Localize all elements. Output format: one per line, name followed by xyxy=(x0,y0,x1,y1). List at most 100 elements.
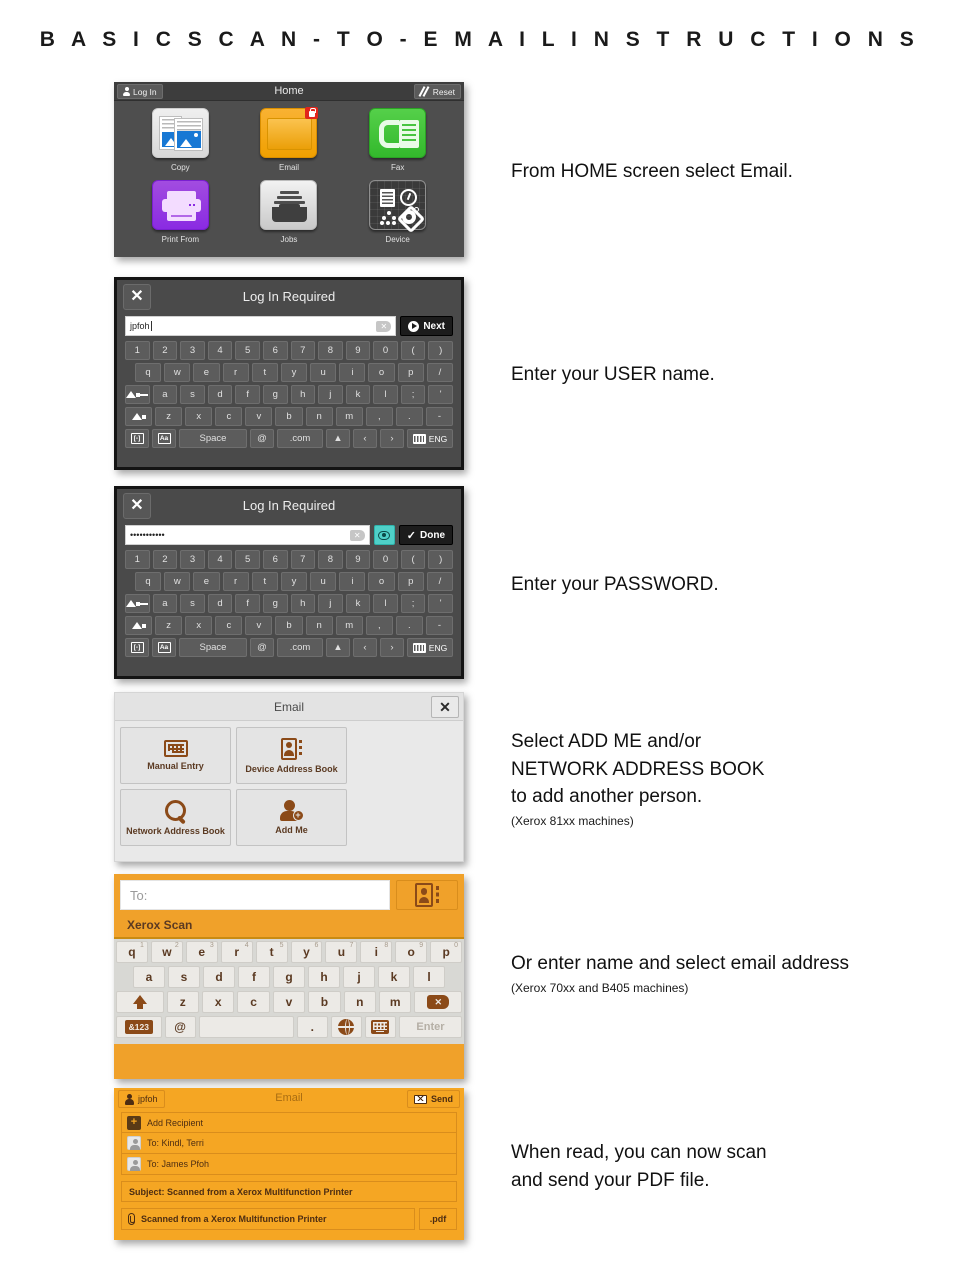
key-6[interactable]: 6 xyxy=(262,341,288,360)
symbols-key[interactable]: [-] xyxy=(125,638,149,657)
key-slash[interactable]: / xyxy=(426,363,454,382)
backspace-icon[interactable]: ✕ xyxy=(376,320,392,332)
key-k[interactable]: k xyxy=(345,385,371,404)
globe-key[interactable] xyxy=(330,1016,362,1038)
caps-lock-key[interactable] xyxy=(125,594,150,613)
key-6[interactable]: 6 xyxy=(262,550,288,569)
key-p[interactable]: p xyxy=(397,363,424,382)
key-j[interactable]: j xyxy=(318,385,343,404)
key-h[interactable]: h xyxy=(290,594,316,613)
key-g[interactable]: g xyxy=(262,385,288,404)
key-u[interactable]: u xyxy=(310,363,337,382)
key-s[interactable]: s xyxy=(180,385,205,404)
key-5[interactable]: 5 xyxy=(235,550,260,569)
key-3[interactable]: 3 xyxy=(180,550,205,569)
username-input[interactable]: jpfoh ✕ xyxy=(125,316,397,336)
key-g[interactable]: g xyxy=(262,594,288,613)
attachment-row[interactable]: Scanned from a Xerox Multifunction Print… xyxy=(121,1208,415,1230)
caret-right-key[interactable]: › xyxy=(380,638,404,657)
caret-right-key[interactable]: › xyxy=(380,429,404,448)
at-key[interactable]: @ xyxy=(250,429,274,448)
network-address-book-button[interactable]: Network Address Book xyxy=(120,789,231,846)
key-n[interactable]: n xyxy=(343,991,377,1013)
key-k[interactable]: k xyxy=(345,594,371,613)
key-v[interactable]: v xyxy=(272,991,306,1013)
key-s[interactable]: s xyxy=(180,594,205,613)
key-hyphen[interactable]: - xyxy=(425,616,454,635)
key-g[interactable]: g xyxy=(273,966,305,988)
key-7[interactable]: 7 xyxy=(290,341,316,360)
shift-key[interactable] xyxy=(124,407,153,426)
shift-key[interactable] xyxy=(124,616,153,635)
space-key[interactable] xyxy=(198,1016,294,1038)
key-o[interactable]: o xyxy=(368,363,395,382)
key-u[interactable]: 7u xyxy=(325,941,358,963)
key-a[interactable]: a xyxy=(133,966,165,988)
key-f[interactable]: f xyxy=(238,966,270,988)
key-2[interactable]: 2 xyxy=(152,550,178,569)
key-z[interactable]: z xyxy=(155,407,183,426)
key-t[interactable]: 5t xyxy=(255,941,288,963)
key-l[interactable]: l xyxy=(373,594,398,613)
key-period[interactable]: . xyxy=(395,407,423,426)
key-v[interactable]: v xyxy=(245,407,273,426)
attachment-format-button[interactable]: .pdf xyxy=(419,1208,457,1230)
dotcom-key[interactable]: .com xyxy=(277,429,323,448)
key-l[interactable]: l xyxy=(413,966,445,988)
key-m[interactable]: m xyxy=(379,991,412,1013)
key-apostrophe[interactable]: ' xyxy=(428,385,453,404)
key-y[interactable]: 6y xyxy=(290,941,323,963)
key-p[interactable]: p xyxy=(397,572,424,591)
key-n[interactable]: n xyxy=(305,407,333,426)
symbols-key[interactable]: [-] xyxy=(125,429,149,448)
add-recipient-row[interactable]: + Add Recipient xyxy=(121,1112,457,1133)
key-c[interactable]: c xyxy=(215,407,243,426)
key-comma[interactable]: , xyxy=(365,407,393,426)
space-key[interactable]: Space xyxy=(179,638,247,657)
key-e[interactable]: e xyxy=(193,363,220,382)
show-password-toggle[interactable] xyxy=(373,525,395,545)
key-r[interactable]: r xyxy=(222,363,249,382)
address-book-button[interactable] xyxy=(396,880,458,910)
key-x[interactable]: x xyxy=(185,407,213,426)
key-z[interactable]: z xyxy=(155,616,183,635)
key-q[interactable]: q xyxy=(134,363,162,382)
caret-up-key[interactable]: ▲ xyxy=(326,638,350,657)
key-w[interactable]: 2w xyxy=(150,941,183,963)
delete-key[interactable]: ✕ xyxy=(414,991,463,1013)
key-u[interactable]: u xyxy=(310,572,337,591)
key-z[interactable]: z xyxy=(166,991,199,1013)
home-tile-jobs[interactable]: Jobs xyxy=(235,180,344,252)
key-paren-open[interactable]: ( xyxy=(400,550,426,569)
key-comma[interactable]: , xyxy=(365,616,393,635)
key-1[interactable]: 1 xyxy=(125,341,150,360)
done-button[interactable]: ✓ Done xyxy=(398,525,453,545)
manual-entry-button[interactable]: Manual Entry xyxy=(120,727,231,784)
key-j[interactable]: j xyxy=(343,966,375,988)
key-a[interactable]: a xyxy=(152,594,178,613)
key-l[interactable]: l xyxy=(373,385,398,404)
key-b[interactable]: b xyxy=(275,616,303,635)
key-b[interactable]: b xyxy=(275,407,303,426)
at-key[interactable]: @ xyxy=(250,638,274,657)
key-4[interactable]: 4 xyxy=(207,550,233,569)
key-slash[interactable]: / xyxy=(426,572,454,591)
home-tile-print-from[interactable]: Print From xyxy=(126,180,235,252)
accent-key[interactable]: Aa xyxy=(152,638,176,657)
dotcom-key[interactable]: .com xyxy=(277,638,323,657)
key-w[interactable]: w xyxy=(164,572,191,591)
key-hyphen[interactable]: - xyxy=(425,407,454,426)
key-n[interactable]: n xyxy=(305,616,333,635)
key-w[interactable]: w xyxy=(164,363,191,382)
key-paren-close[interactable]: ) xyxy=(428,550,453,569)
accent-key[interactable]: Aa xyxy=(152,429,176,448)
key-paren-open[interactable]: ( xyxy=(400,341,426,360)
home-tile-fax[interactable]: Fax xyxy=(343,108,452,180)
key-9[interactable]: 9 xyxy=(345,550,371,569)
key-o[interactable]: 9o xyxy=(395,941,428,963)
key-4[interactable]: 4 xyxy=(207,341,233,360)
key-8[interactable]: 8 xyxy=(318,550,343,569)
key-m[interactable]: m xyxy=(335,407,363,426)
key-semicolon[interactable]: ; xyxy=(400,594,426,613)
key-h[interactable]: h xyxy=(290,385,316,404)
